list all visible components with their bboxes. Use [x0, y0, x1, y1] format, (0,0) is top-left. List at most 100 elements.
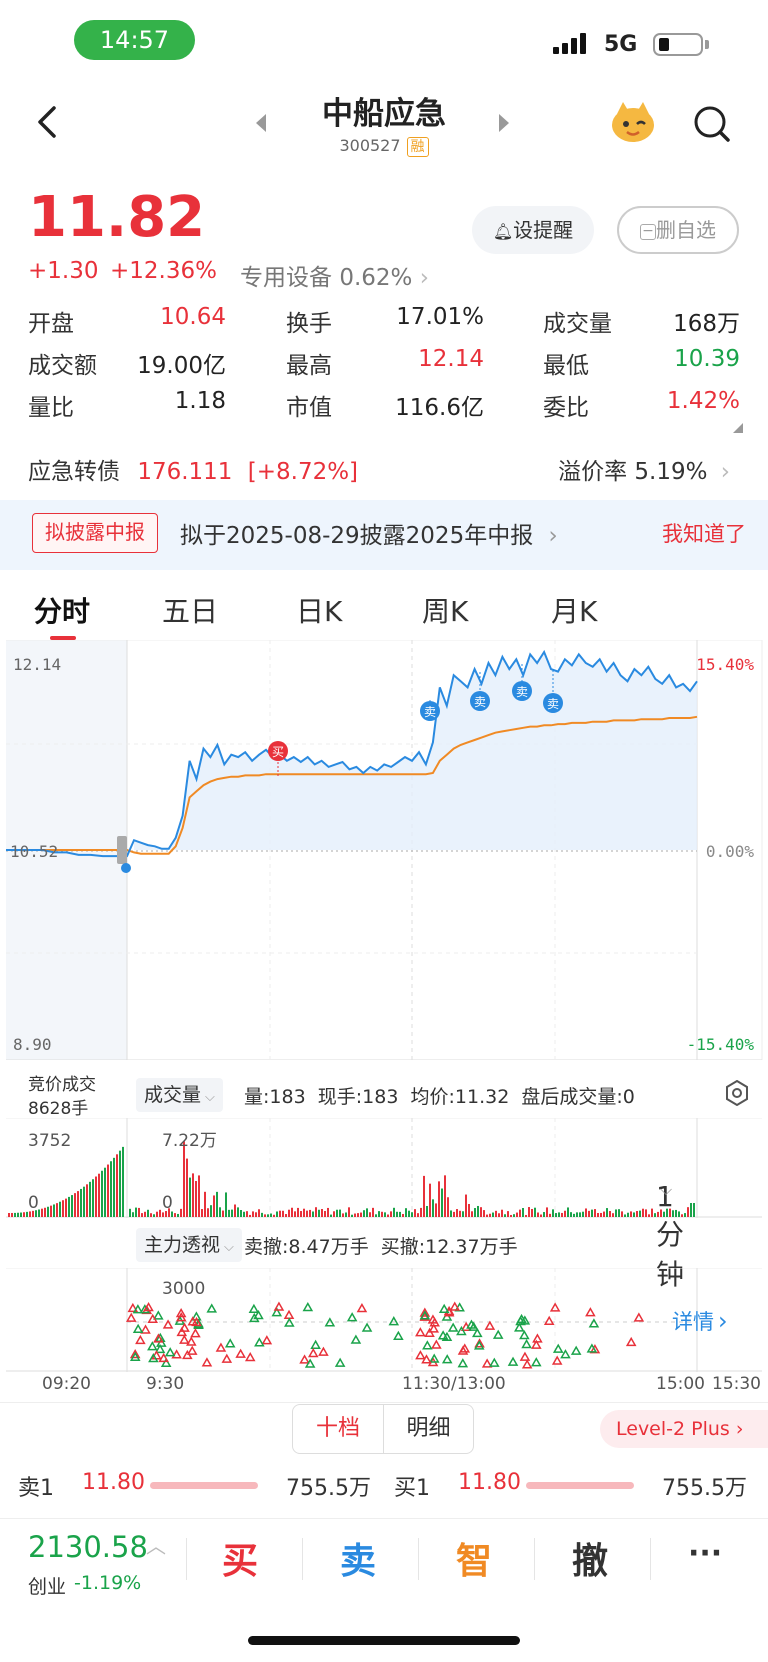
- volume-bar: [555, 1213, 557, 1217]
- index-value[interactable]: 2130.58: [28, 1530, 148, 1564]
- smart-button[interactable]: 智: [456, 1532, 492, 1584]
- volume-bar: [282, 1210, 284, 1217]
- volume-bar: [405, 1208, 407, 1217]
- main-force-marker: [179, 1322, 190, 1332]
- main-force-marker: [132, 1323, 144, 1334]
- mascot-icon[interactable]: [609, 100, 657, 144]
- tab-daily-k[interactable]: 日K: [296, 590, 342, 630]
- volume-bar: [423, 1175, 425, 1217]
- main-force-marker: [190, 1328, 201, 1338]
- buy-marker-label: 买: [272, 745, 284, 759]
- notice-banner: 拟披露中报 拟于2025-08-29披露2025年中报 › 我知道了: [0, 500, 768, 570]
- set-alert-button[interactable]: 🔔︎设提醒: [472, 206, 594, 254]
- more-button[interactable]: ···: [688, 1536, 722, 1571]
- volume-bar: [495, 1210, 497, 1217]
- main-force-marker: [551, 1355, 563, 1365]
- volume-selector[interactable]: 成交量 ⌵: [136, 1078, 223, 1112]
- intraday-price-chart[interactable]: 买 卖 卖 卖 卖 12.14 10.52 8.90 15.40% 0.00% …: [0, 640, 768, 1060]
- volume-bar: [426, 1205, 428, 1217]
- volume-bar: [183, 1141, 185, 1217]
- main-force-chart: 3000: [6, 1268, 762, 1372]
- volume-bar: [510, 1214, 512, 1217]
- main-force-marker: [307, 1348, 319, 1358]
- main-force-marker: [299, 1354, 310, 1364]
- main-force-marker: [346, 1312, 358, 1322]
- level2-button[interactable]: Level-2 Plus ›: [600, 1410, 768, 1448]
- volume-bar: [222, 1210, 224, 1217]
- expand-corner-icon[interactable]: [733, 418, 743, 437]
- volume-bar: [660, 1209, 662, 1217]
- volume-bar: [639, 1210, 641, 1217]
- sector-link[interactable]: 专用设备 0.62% ›: [240, 258, 429, 292]
- tab-monthly-k[interactable]: 月K: [551, 590, 597, 630]
- main-force-marker: [431, 1339, 442, 1349]
- volume-bar: [507, 1211, 509, 1217]
- buy-button[interactable]: 买: [222, 1532, 258, 1584]
- tab-intraday[interactable]: 分时: [34, 590, 90, 630]
- main-force-selector[interactable]: 主力透视 ⌵: [136, 1228, 242, 1262]
- time-label-midday: 11:30/13:00: [402, 1374, 506, 1394]
- main-force-marker: [438, 1303, 450, 1314]
- search-button[interactable]: [692, 104, 732, 148]
- volume-bar: [579, 1212, 581, 1217]
- volume-bar: [627, 1212, 629, 1217]
- volume-bar: [381, 1211, 383, 1217]
- volume-bar: [255, 1212, 257, 1217]
- crosshair-handle[interactable]: [117, 836, 127, 864]
- volume-bar: [465, 1194, 467, 1217]
- main-force-marker: [447, 1322, 459, 1332]
- volume-bar: [225, 1192, 227, 1217]
- volume-bar: [252, 1211, 254, 1217]
- volume-bar: [558, 1212, 560, 1217]
- details-link[interactable]: 详情 ›: [672, 1306, 728, 1336]
- tab-trade-detail[interactable]: 明细: [384, 1405, 473, 1453]
- main-force-marker: [588, 1318, 600, 1328]
- volume-bar: [186, 1158, 188, 1217]
- notice-link[interactable]: 拟于2025-08-29披露2025年中报 ›: [180, 516, 558, 550]
- volume-bar: [678, 1211, 680, 1217]
- tab-weekly-k[interactable]: 周K: [422, 590, 468, 630]
- tab-depth[interactable]: 十档: [293, 1405, 384, 1453]
- main-force-marker: [570, 1345, 582, 1355]
- volume-bar: [552, 1209, 554, 1217]
- stat-label-low: 最低: [543, 353, 589, 379]
- settings-button[interactable]: [724, 1079, 750, 1110]
- notice-tag: 拟披露中报: [32, 513, 158, 553]
- volume-bar: [375, 1214, 377, 1217]
- volume-bar: [14, 1212, 16, 1217]
- volume-bar: [110, 1161, 112, 1217]
- volume-bar: [498, 1213, 500, 1217]
- bell-icon: 🔔︎: [492, 222, 514, 241]
- stat-value-low: 10.39: [674, 346, 740, 372]
- volume-bar: [113, 1157, 115, 1217]
- volume-bar: [180, 1208, 182, 1217]
- index-pct: -1.19%: [74, 1572, 142, 1594]
- volume-chart: 3752 0 7.22万 0: [6, 1118, 762, 1218]
- sector-pct: 0.62%: [339, 265, 413, 291]
- volume-bar: [354, 1213, 356, 1217]
- volume-bar: [591, 1209, 593, 1217]
- volume-bar: [330, 1214, 332, 1217]
- volume-bar: [372, 1207, 374, 1217]
- volume-bar: [98, 1173, 100, 1217]
- volume-bar: [231, 1209, 233, 1217]
- premium-value: 5.19%: [634, 459, 708, 485]
- cancel-order-button[interactable]: 撤: [572, 1532, 608, 1584]
- volume-bar: [92, 1179, 94, 1217]
- volume-bar: [537, 1212, 539, 1217]
- volume-bar: [153, 1214, 155, 1217]
- volume-bar: [20, 1212, 22, 1217]
- notice-dismiss-button[interactable]: 我知道了: [662, 518, 746, 548]
- next-stock-button[interactable]: [497, 112, 511, 138]
- volume-bar: [597, 1212, 599, 1217]
- volume-bar: [291, 1207, 293, 1217]
- volume-bar: [642, 1208, 644, 1217]
- volume-bar: [11, 1212, 13, 1217]
- sell-button[interactable]: 卖: [340, 1532, 376, 1584]
- bond-row[interactable]: 应急转债 176.111 [+8.72%] 溢价率 5.19% ›: [28, 452, 740, 486]
- volume-bar: [249, 1214, 251, 1217]
- tab-five-day[interactable]: 五日: [162, 590, 218, 630]
- stat-value-high: 12.14: [418, 346, 484, 372]
- stat-value-order-ratio: 1.42%: [666, 388, 740, 414]
- remove-watchlist-button[interactable]: − 删自选: [617, 206, 739, 254]
